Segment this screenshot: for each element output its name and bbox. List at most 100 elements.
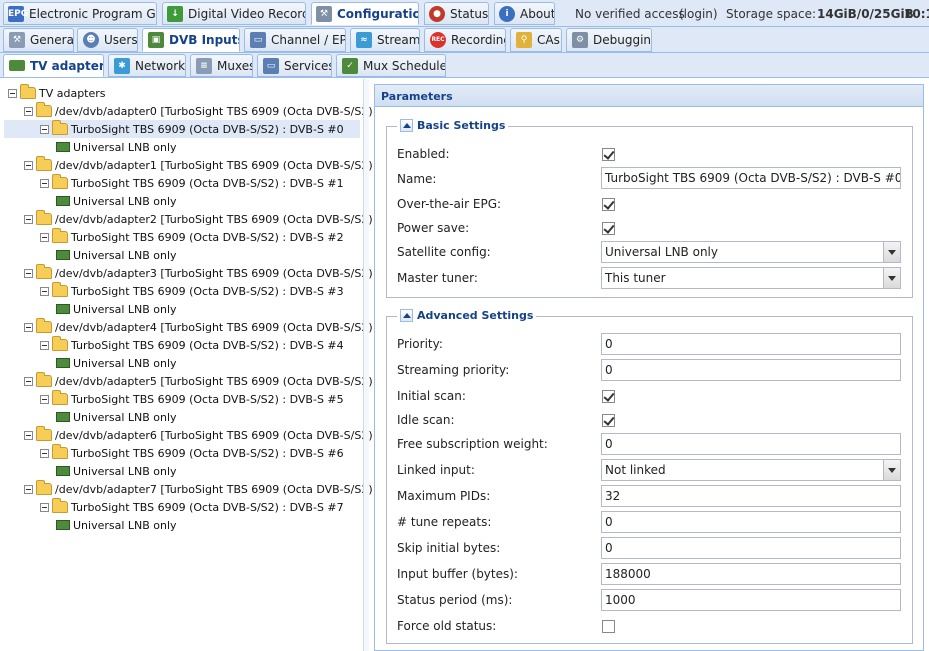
tab-networks[interactable]: ✱ Networks — [108, 54, 186, 77]
master-tuner-select[interactable]: This tuner — [601, 267, 901, 289]
tab-users[interactable]: ☻ Users — [77, 28, 138, 52]
tab-recording[interactable]: REC Recording — [424, 28, 506, 52]
services-icon: ▭ — [263, 57, 279, 74]
linked-input-label: Linked input: — [397, 463, 475, 477]
tree-adapter-node[interactable]: /dev/dvb/adapter6 [TurboSight TBS 6909 (… — [24, 426, 397, 444]
tree-frontend-node[interactable]: TurboSight TBS 6909 (Octa DVB-S/S2) : DV… — [40, 444, 344, 462]
tab-stream[interactable]: ≈ Stream — [350, 28, 420, 52]
input-buffer-label: Input buffer (bytes): — [397, 567, 518, 581]
main-tab-bar: EPG Electronic Program Guide ↓ Digital V… — [0, 0, 929, 27]
tab-dvb-inputs[interactable]: ▣ DVB Inputs — [142, 28, 240, 52]
name-field[interactable]: TurboSight TBS 6909 (Octa DVB-S/S2) : DV… — [601, 167, 901, 189]
folder-icon — [52, 120, 68, 135]
collapse-toggle-icon[interactable] — [8, 88, 17, 98]
initial-scan-checkbox[interactable] — [602, 390, 615, 403]
force-old-status-checkbox[interactable] — [602, 620, 615, 633]
tab-dvr[interactable]: ↓ Digital Video Recorder — [162, 2, 306, 25]
idle-scan-checkbox[interactable] — [602, 414, 615, 427]
satconf-select[interactable]: Universal LNB only — [601, 241, 901, 263]
tab-about[interactable]: i About — [494, 2, 555, 25]
tab-services[interactable]: ▭ Services — [257, 54, 332, 77]
input-buffer-field[interactable]: 188000 — [601, 563, 901, 585]
skip-bytes-field[interactable]: 0 — [601, 537, 901, 559]
collapse-icon[interactable] — [400, 119, 413, 132]
tree-root[interactable]: TV adapters — [8, 84, 106, 102]
users-icon: ☻ — [83, 32, 99, 48]
collapse-toggle-icon[interactable] — [40, 232, 49, 242]
chevron-down-icon[interactable] — [883, 242, 900, 262]
tree-satconf-node[interactable]: Universal LNB only — [56, 354, 177, 372]
collapse-toggle-icon[interactable] — [40, 286, 49, 296]
tree-frontend-node[interactable]: TurboSight TBS 6909 (Octa DVB-S/S2) : DV… — [40, 228, 344, 246]
collapse-toggle-icon[interactable] — [24, 214, 33, 224]
tab-recording-label: Recording — [451, 33, 506, 47]
collapse-toggle-icon[interactable] — [40, 340, 49, 350]
tab-debugging[interactable]: ⚙ Debugging — [566, 28, 652, 52]
collapse-toggle-icon[interactable] — [24, 268, 33, 278]
tune-repeats-field[interactable]: 0 — [601, 511, 901, 533]
chevron-down-icon[interactable] — [883, 460, 900, 480]
tab-mux-schedulers[interactable]: ✓ Mux Schedulers — [336, 54, 446, 77]
tree-frontend-node[interactable]: TurboSight TBS 6909 (Octa DVB-S/S2) : DV… — [40, 282, 344, 300]
collapse-toggle-icon[interactable] — [40, 394, 49, 404]
tab-cas[interactable]: ⚲ CAs — [510, 28, 562, 52]
tree-frontend-node[interactable]: TurboSight TBS 6909 (Octa DVB-S/S2) : DV… — [40, 336, 344, 354]
linked-input-select[interactable]: Not linked — [601, 459, 901, 481]
tree-adapter-node[interactable]: /dev/dvb/adapter4 [TurboSight TBS 6909 (… — [24, 318, 397, 336]
tree-adapter-node[interactable]: /dev/dvb/adapter3 [TurboSight TBS 6909 (… — [24, 264, 397, 282]
free-subscription-field[interactable]: 0 — [601, 433, 901, 455]
power-save-checkbox[interactable] — [602, 222, 615, 235]
collapse-toggle-icon[interactable] — [24, 484, 33, 494]
login-link[interactable]: (login) — [679, 7, 718, 21]
tree-adapter-node[interactable]: /dev/dvb/adapter7 [TurboSight TBS 6909 (… — [24, 480, 397, 498]
tree-satconf-node[interactable]: Universal LNB only — [56, 462, 177, 480]
lnb-icon — [56, 304, 70, 314]
collapse-toggle-icon[interactable] — [24, 106, 33, 116]
tree-satconf-node[interactable]: Universal LNB only — [56, 516, 177, 534]
streaming-priority-field[interactable]: 0 — [601, 359, 901, 381]
status-period-field[interactable]: 1000 — [601, 589, 901, 611]
priority-field[interactable]: 0 — [601, 333, 901, 355]
basic-settings-legend[interactable]: Basic Settings — [397, 119, 509, 132]
tab-tv-adapters[interactable]: ​ TV adapters — [3, 54, 104, 77]
tree-satconf-node[interactable]: Universal LNB only — [56, 192, 177, 210]
tree-satconf-node[interactable]: Universal LNB only — [56, 300, 177, 318]
collapse-toggle-icon[interactable] — [40, 502, 49, 512]
epg-checkbox[interactable] — [602, 198, 615, 211]
tab-channel-epg[interactable]: ▭ Channel / EPG — [244, 28, 346, 52]
tree-adapter-node[interactable]: /dev/dvb/adapter5 [TurboSight TBS 6909 (… — [24, 372, 397, 390]
tree-node-label: TurboSight TBS 6909 (Octa DVB-S/S2) : DV… — [71, 122, 344, 136]
tree-node-label: TurboSight TBS 6909 (Octa DVB-S/S2) : DV… — [71, 230, 344, 244]
collapse-icon[interactable] — [400, 309, 413, 322]
collapse-toggle-icon[interactable] — [24, 160, 33, 170]
advanced-settings-legend[interactable]: Advanced Settings — [397, 309, 537, 322]
tree-satconf-node[interactable]: Universal LNB only — [56, 408, 177, 426]
collapse-toggle-icon[interactable] — [40, 124, 49, 134]
max-pids-field[interactable]: 32 — [601, 485, 901, 507]
tab-status[interactable]: ● Status — [424, 2, 489, 25]
collapse-toggle-icon[interactable] — [24, 376, 33, 386]
collapse-toggle-icon[interactable] — [40, 178, 49, 188]
tree-node-label: Universal LNB only — [73, 410, 177, 424]
tree-frontend-node[interactable]: TurboSight TBS 6909 (Octa DVB-S/S2) : DV… — [40, 390, 344, 408]
tab-configuration[interactable]: ⚒ Configuration — [311, 2, 419, 25]
collapse-toggle-icon[interactable] — [40, 448, 49, 458]
tree-adapter-node[interactable]: /dev/dvb/adapter1 [TurboSight TBS 6909 (… — [24, 156, 397, 174]
tree-satconf-node[interactable]: Universal LNB only — [56, 246, 177, 264]
tree-frontend-node[interactable]: TurboSight TBS 6909 (Octa DVB-S/S2) : DV… — [4, 120, 360, 138]
chevron-down-icon[interactable] — [883, 268, 900, 288]
epg-icon: EPG — [8, 5, 28, 22]
tab-general[interactable]: ⚒ General — [3, 28, 74, 52]
collapse-toggle-icon[interactable] — [24, 322, 33, 332]
tab-muxes[interactable]: ≡ Muxes — [190, 54, 253, 77]
tree-frontend-node[interactable]: TurboSight TBS 6909 (Octa DVB-S/S2) : DV… — [40, 498, 344, 516]
enabled-checkbox[interactable] — [602, 148, 615, 161]
tab-debugging-label: Debugging — [593, 33, 652, 47]
splitter[interactable] — [363, 79, 369, 651]
tree-adapter-node[interactable]: /dev/dvb/adapter0 [TurboSight TBS 6909 (… — [24, 102, 397, 120]
tab-epg[interactable]: EPG Electronic Program Guide — [3, 2, 157, 25]
tree-satconf-node[interactable]: Universal LNB only — [56, 138, 177, 156]
collapse-toggle-icon[interactable] — [24, 430, 33, 440]
tree-adapter-node[interactable]: /dev/dvb/adapter2 [TurboSight TBS 6909 (… — [24, 210, 397, 228]
tree-frontend-node[interactable]: TurboSight TBS 6909 (Octa DVB-S/S2) : DV… — [40, 174, 344, 192]
